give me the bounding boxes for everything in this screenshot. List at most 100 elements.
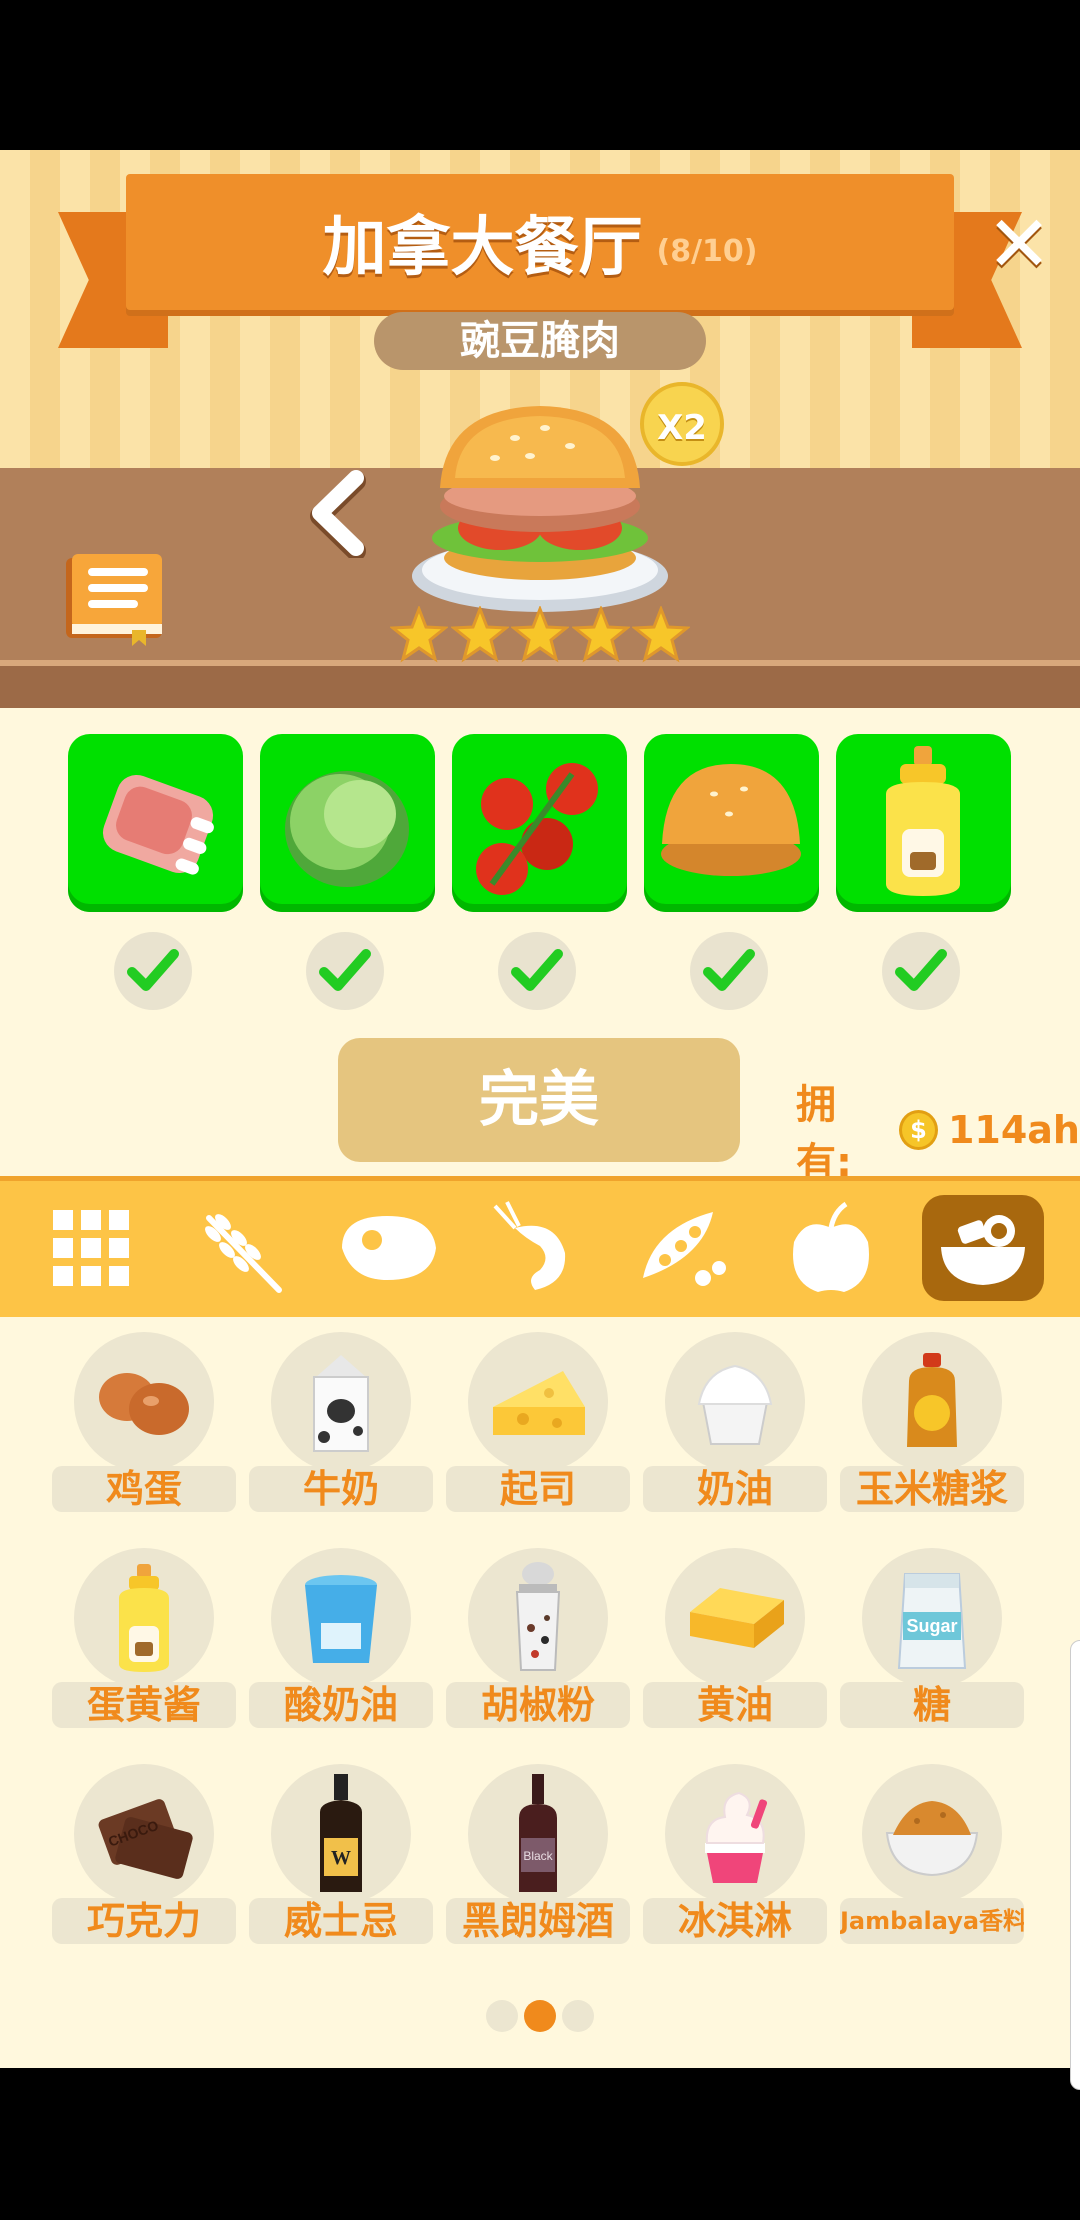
ingredient-label: 威士忌 [249, 1898, 433, 1944]
shrimp-icon [493, 1201, 566, 1290]
mayonnaise-icon [886, 746, 960, 896]
star-rating [390, 606, 690, 668]
tab-vegetable[interactable] [622, 1195, 744, 1301]
ingredient-jambalaya-spice[interactable]: Jambalaya香料 [840, 1764, 1024, 1954]
multiplier-badge: X2 [640, 382, 724, 466]
restaurant-title: 加拿大餐厅 (8/10) [126, 174, 954, 310]
grid-icon [53, 1210, 129, 1286]
page-indicator [486, 2000, 594, 2034]
owned-value: 114ah [947, 1108, 1080, 1152]
owned-coins: 拥有: $ 114ah [796, 1082, 1080, 1186]
star-icon [450, 606, 509, 663]
egg-icon [74, 1332, 214, 1472]
corn-syrup-icon [862, 1332, 1002, 1472]
check-icon [882, 932, 960, 1010]
ingredient-egg[interactable]: 鸡蛋 [52, 1332, 236, 1522]
close-button[interactable]: ✕ [984, 206, 1054, 284]
ingredient-label: 黑朗姆酒 [446, 1898, 630, 1944]
coin-icon: $ [899, 1110, 938, 1150]
ingredient-dark-rum[interactable]: Black 黑朗姆酒 [446, 1764, 630, 1954]
recipe-slot-bun[interactable] [644, 734, 819, 912]
edge-panel-handle[interactable] [1070, 1640, 1080, 2090]
ingredient-whiskey[interactable]: W 威士忌 [249, 1764, 433, 1954]
page-dot-active[interactable] [524, 2000, 556, 2032]
perfect-button[interactable]: 完美 [338, 1038, 740, 1162]
tomato-icon [476, 763, 598, 895]
meat-icon [102, 774, 214, 875]
steak-icon [342, 1216, 436, 1280]
ingredient-label: 冰淇淋 [643, 1898, 827, 1944]
recipe-slot-lettuce[interactable] [260, 734, 435, 912]
svg-text:W: W [331, 1847, 351, 1869]
ingredient-label: 奶油 [643, 1466, 827, 1512]
apple-icon [793, 1201, 869, 1292]
pepper-icon [468, 1548, 608, 1688]
book-icon [66, 554, 162, 646]
recipe-slot-mayonnaise[interactable] [836, 734, 1011, 912]
check-icon [114, 932, 192, 1010]
recipe-book-button[interactable] [62, 550, 166, 646]
dish-image [405, 388, 675, 618]
ingredient-label: 黄油 [643, 1682, 827, 1728]
ingredient-label: 酸奶油 [249, 1682, 433, 1728]
owned-label: 拥有: [796, 1082, 852, 1186]
svg-text:Black: Black [523, 1849, 553, 1863]
star-icon [390, 606, 448, 663]
game-screen: 加拿大餐厅 (8/10) ✕ 豌豆腌肉 X2 完美 拥有: $ 114ah 鸡蛋… [0, 150, 1080, 2068]
page-dot[interactable] [486, 2000, 518, 2032]
star-icon [632, 606, 690, 663]
dish-progress: (8/10) [656, 233, 758, 269]
milk-icon [271, 1332, 411, 1472]
counter-lip [0, 666, 1080, 708]
mayonnaise-icon [74, 1548, 214, 1688]
dark-rum-icon: Black [468, 1764, 608, 1904]
ingredient-label: 玉米糖浆 [840, 1466, 1024, 1512]
ingredient-butter[interactable]: 黄油 [643, 1548, 827, 1738]
bowl-icon [941, 1215, 1025, 1285]
chocolate-icon: CHOCO [74, 1764, 214, 1904]
ingredient-mayonnaise[interactable]: 蛋黄酱 [52, 1548, 236, 1738]
ingredient-label: Jambalaya香料 [840, 1898, 1024, 1944]
peas-icon [643, 1212, 726, 1286]
ingredient-label: 蛋黄酱 [52, 1682, 236, 1728]
ingredient-ice-cream[interactable]: 冰淇淋 [643, 1764, 827, 1954]
ingredient-label: 巧克力 [52, 1898, 236, 1944]
tab-fruit[interactable] [770, 1195, 892, 1301]
tab-seafood[interactable] [474, 1195, 596, 1301]
tab-dairy-seasoning[interactable] [922, 1195, 1044, 1301]
ice-cream-icon [665, 1764, 805, 1904]
svg-text:Sugar: Sugar [906, 1616, 957, 1636]
sour-cream-icon [271, 1548, 411, 1688]
page-dot[interactable] [562, 2000, 594, 2032]
ingredient-cheese[interactable]: 起司 [446, 1332, 630, 1522]
dish-name: 豌豆腌肉 [374, 312, 706, 370]
tab-all[interactable] [30, 1195, 152, 1301]
recipe-slot-tomato[interactable] [452, 734, 627, 912]
previous-dish-button[interactable] [300, 468, 380, 561]
tab-grain[interactable] [178, 1195, 300, 1301]
ingredient-label: 鸡蛋 [52, 1466, 236, 1512]
sugar-icon: Sugar [862, 1548, 1002, 1688]
ingredient-cream[interactable]: 奶油 [643, 1332, 827, 1522]
ingredient-sugar[interactable]: Sugar 糖 [840, 1548, 1024, 1738]
ingredient-corn-syrup[interactable]: 玉米糖浆 [840, 1332, 1024, 1522]
chevron-left-icon [310, 470, 366, 561]
bun-icon [661, 764, 801, 876]
ingredient-milk[interactable]: 牛奶 [249, 1332, 433, 1522]
lettuce-icon [285, 771, 409, 887]
jambalaya-spice-icon [862, 1764, 1002, 1904]
tab-meat[interactable] [326, 1195, 448, 1301]
ingredient-sour-cream[interactable]: 酸奶油 [249, 1548, 433, 1738]
recipe-ingredient-row [68, 734, 1011, 914]
butter-icon [665, 1548, 805, 1688]
recipe-slot-meat[interactable] [68, 734, 243, 912]
ingredient-label: 牛奶 [249, 1466, 433, 1512]
ingredient-label: 起司 [446, 1466, 630, 1512]
check-icon [498, 932, 576, 1010]
ingredient-chocolate[interactable]: CHOCO 巧克力 [52, 1764, 236, 1954]
star-icon [571, 606, 630, 663]
check-icon [306, 932, 384, 1010]
star-icon [511, 606, 569, 663]
ingredient-label: 胡椒粉 [446, 1682, 630, 1728]
ingredient-pepper[interactable]: 胡椒粉 [446, 1548, 630, 1738]
